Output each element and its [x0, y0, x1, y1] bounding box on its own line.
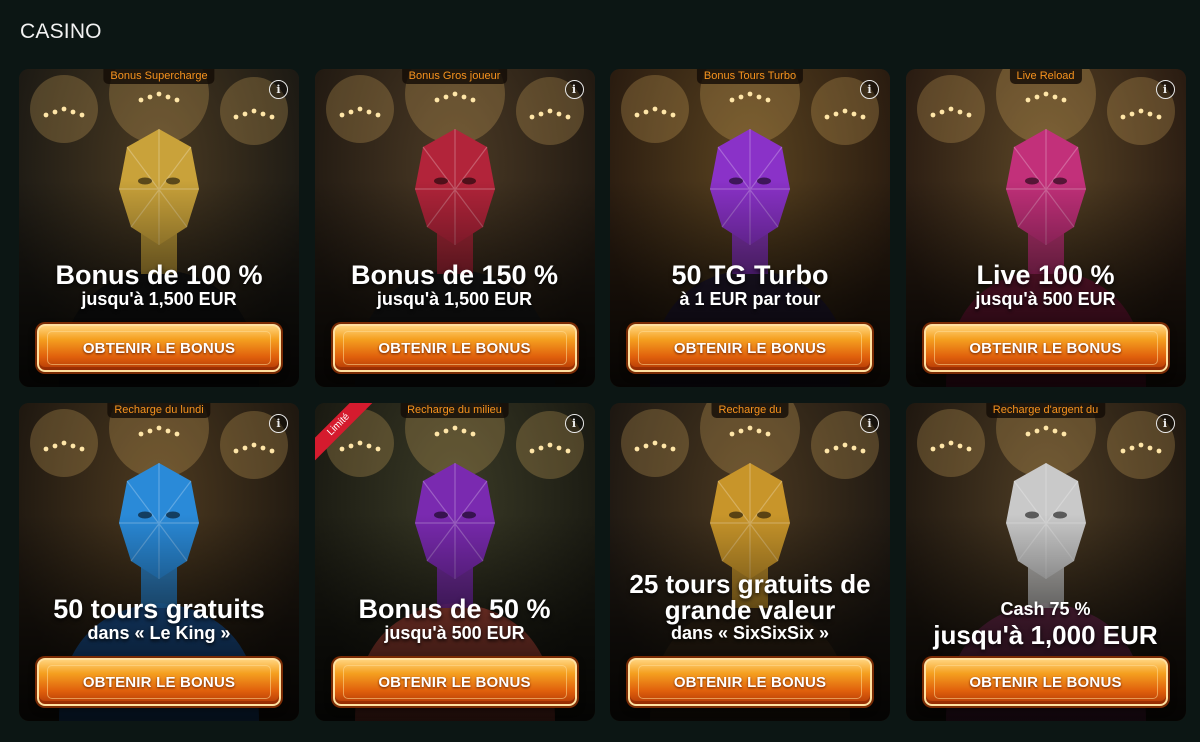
- bonus-type-tag: Bonus Supercharge: [103, 69, 215, 84]
- bonus-type-tag: Recharge d'argent du: [985, 403, 1106, 418]
- info-icon[interactable]: i: [860, 414, 879, 433]
- info-icon[interactable]: i: [269, 80, 288, 99]
- bonus-subtitle: à 1 EUR par tour: [679, 289, 821, 309]
- info-icon[interactable]: i: [1155, 414, 1175, 433]
- get-bonus-button[interactable]: OBTENIR LE BONUS: [37, 658, 281, 706]
- bonus-headline: 50 tours gratuits: [53, 594, 265, 624]
- bonus-type-tag: Bonus Tours Turbo: [696, 69, 804, 84]
- bonus-headline: 25 tours gratuits de grande valeur: [629, 569, 871, 625]
- section-title: CASINO: [20, 20, 102, 43]
- bonus-subtitle: jusqu'à 500 EUR: [384, 623, 525, 643]
- bonus-subtitle: jusqu'à 1,500 EUR: [376, 289, 533, 309]
- bonus-type-tag: Bonus Gros joueur: [401, 69, 508, 84]
- bonus-card[interactable]: Bonus Tours Turbo i 50 TG Turbo à 1 EUR …: [610, 69, 890, 387]
- bonus-type-tag: Recharge du milieu: [400, 403, 509, 418]
- get-bonus-button[interactable]: OBTENIR LE BONUS: [923, 658, 1168, 706]
- get-bonus-button[interactable]: OBTENIR LE BONUS: [332, 658, 577, 706]
- bonus-type-tag: Live Reload: [1009, 69, 1082, 84]
- get-bonus-button[interactable]: OBTENIR LE BONUS: [923, 324, 1168, 372]
- bonus-card[interactable]: Recharge d'argent du i Cash 75 % jusqu'à…: [905, 403, 1186, 721]
- bonus-subtitle: dans « SixSixSix »: [670, 623, 830, 643]
- bonus-subtitle: Cash 75 %: [1000, 599, 1091, 619]
- bonus-card[interactable]: Recharge du lundi i 50 tours gratuits da…: [19, 403, 299, 721]
- info-icon[interactable]: i: [269, 414, 288, 433]
- bonus-headline: Bonus de 100 %: [55, 260, 263, 290]
- bonus-card[interactable]: Limité Recharge du milieu i Bonus de 50 …: [314, 403, 595, 721]
- bonus-card[interactable]: Bonus Supercharge i Bonus de 100 % jusqu…: [19, 69, 299, 387]
- bonus-card[interactable]: Bonus Gros joueur i Bonus de 150 % jusqu…: [314, 69, 595, 387]
- get-bonus-button[interactable]: OBTENIR LE BONUS: [37, 324, 281, 372]
- bonus-card[interactable]: Live Reload i Live 100 % jusqu'à 500 EUR…: [905, 69, 1186, 387]
- bonus-card[interactable]: Recharge du i 25 tours gratuits de grand…: [610, 403, 890, 721]
- bonus-headline: Bonus de 50 %: [358, 594, 551, 624]
- bonus-headline: Bonus de 150 %: [350, 260, 559, 290]
- bonus-headline: 50 TG Turbo: [671, 260, 829, 290]
- bonus-headline: jusqu'à 1,000 EUR: [933, 620, 1158, 650]
- info-icon[interactable]: i: [860, 80, 879, 99]
- get-bonus-button[interactable]: OBTENIR LE BONUS: [332, 324, 577, 372]
- bonus-type-tag: Recharge du lundi: [107, 403, 211, 418]
- bonus-headline: Live 100 %: [976, 260, 1115, 290]
- limited-ribbon-label: Limité: [314, 403, 380, 467]
- bonus-type-tag: Recharge du: [711, 403, 789, 418]
- get-bonus-button[interactable]: OBTENIR LE BONUS: [628, 324, 872, 372]
- bonus-subtitle: dans « Le King »: [87, 623, 231, 643]
- limited-ribbon: Limité: [314, 403, 385, 473]
- bonus-subtitle: jusqu'à 1,500 EUR: [81, 289, 237, 309]
- info-icon[interactable]: i: [1155, 80, 1175, 99]
- get-bonus-button[interactable]: OBTENIR LE BONUS: [628, 658, 872, 706]
- bonus-subtitle: jusqu'à 500 EUR: [975, 289, 1116, 309]
- bonus-grid: Bonus Supercharge i Bonus de 100 % jusqu…: [19, 69, 1186, 721]
- info-icon[interactable]: i: [564, 80, 584, 99]
- info-icon[interactable]: i: [564, 414, 584, 433]
